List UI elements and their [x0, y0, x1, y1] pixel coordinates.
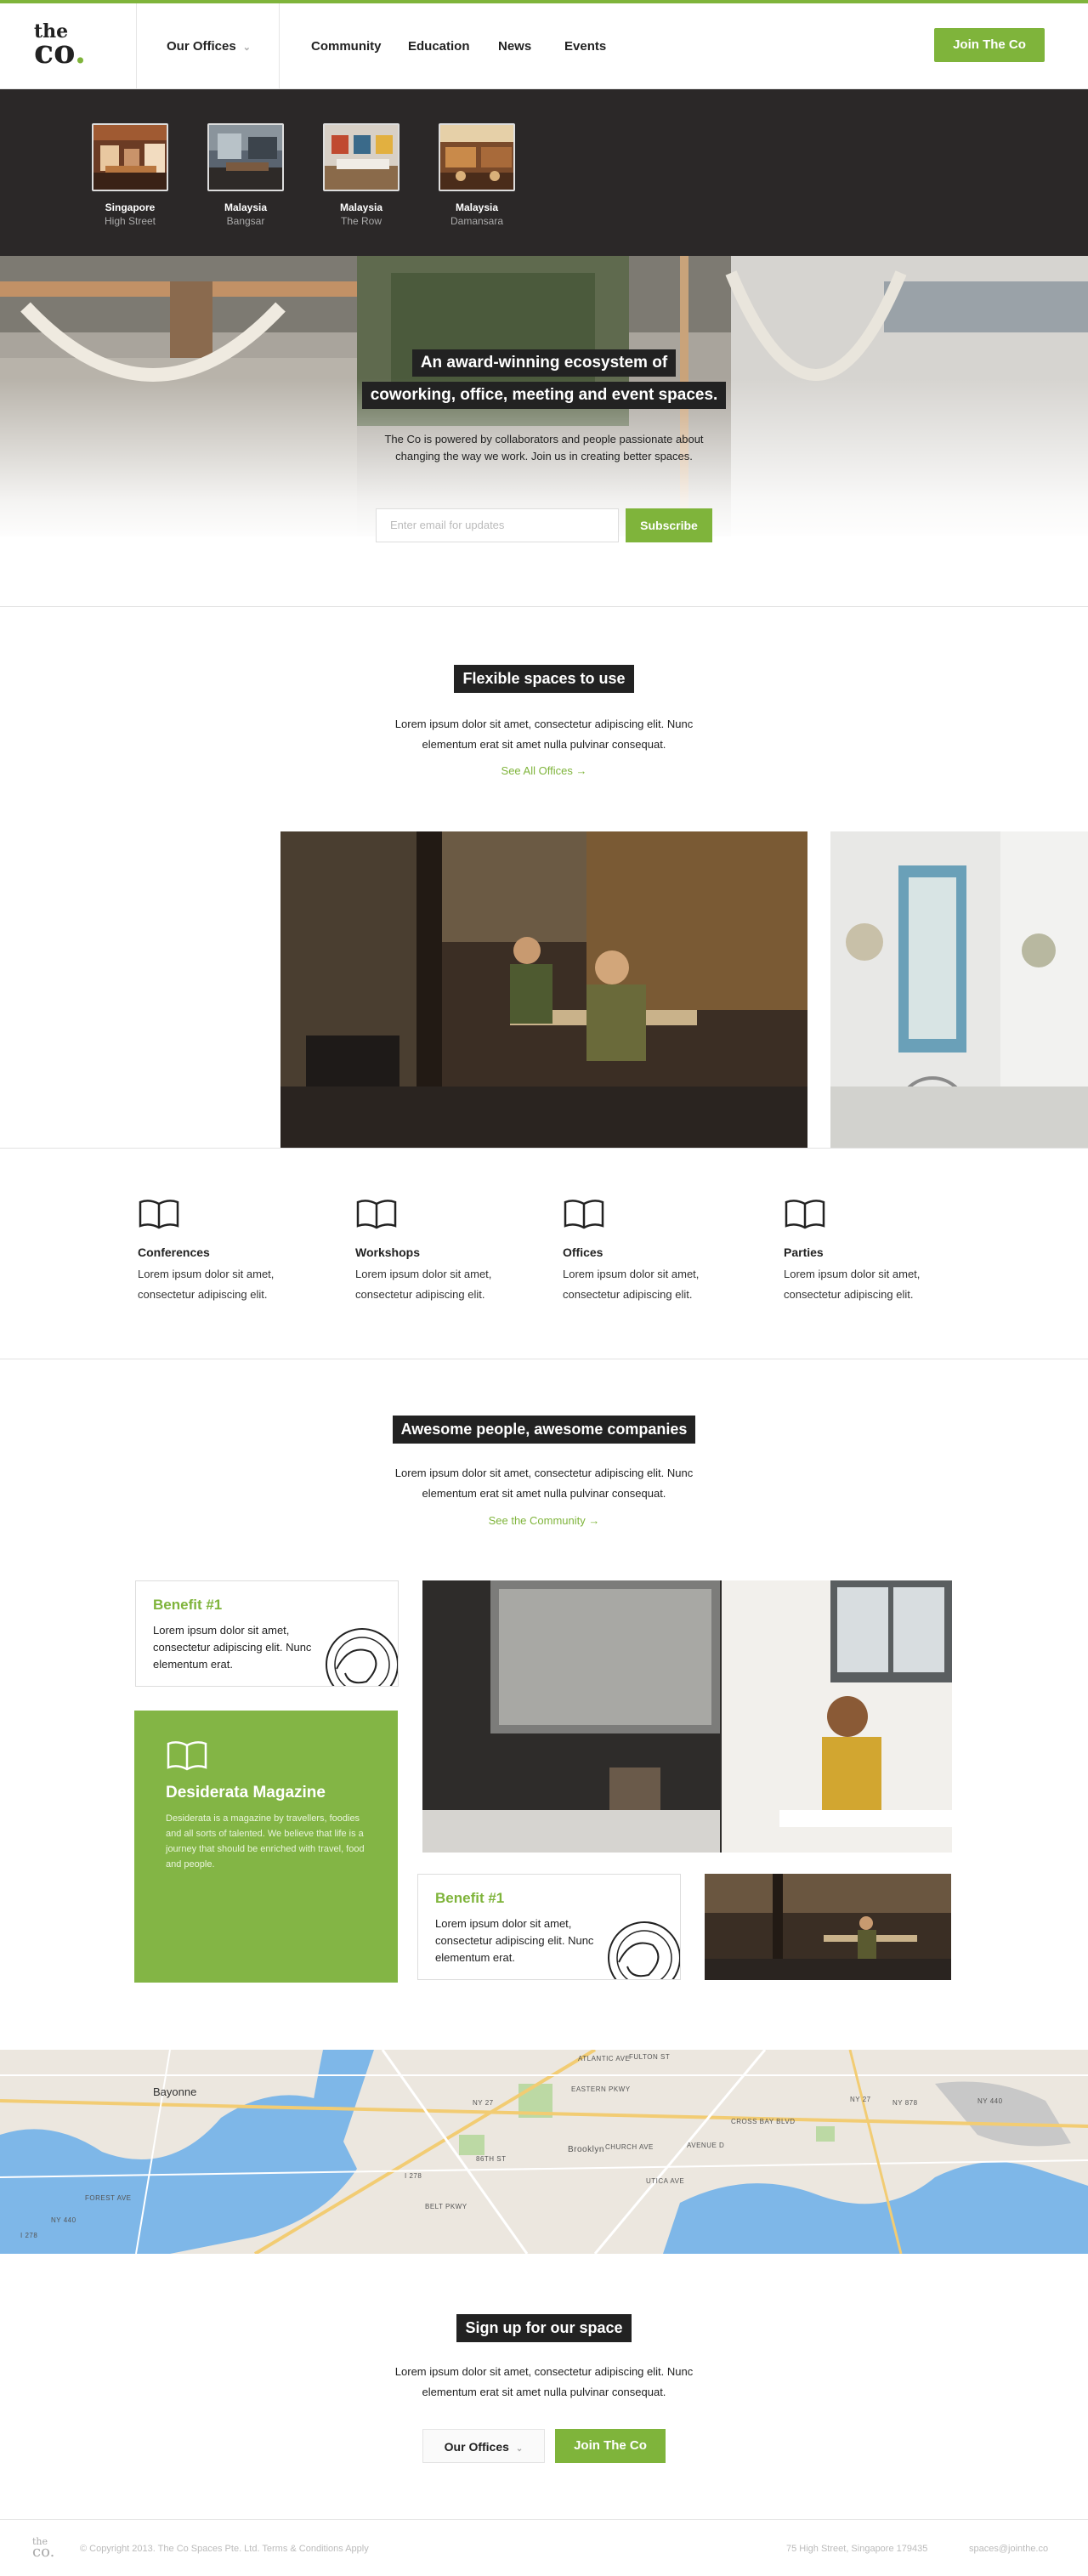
community-photo-large[interactable] [422, 1580, 952, 1853]
hero-title: An award-winning ecosystem of coworking,… [0, 349, 1088, 414]
nav-community[interactable]: Community [311, 39, 382, 54]
feature-parties: Parties Lorem ipsum dolor sit amet, cons… [784, 1197, 928, 1305]
chevron-down-icon: ⌄ [242, 43, 251, 53]
site-logo[interactable]: the co. [34, 22, 94, 73]
magazine-card[interactable]: Desiderata Magazine Desiderata is a maga… [134, 1711, 398, 1983]
site-footer: the co. © Copyright 2013. The Co Spaces P… [0, 2519, 1088, 2576]
chevron-down-icon: ⌄ [515, 2444, 524, 2454]
open-book-icon [356, 1200, 397, 1229]
space-photo-main[interactable] [280, 831, 808, 1148]
subscribe-button[interactable]: Subscribe [626, 508, 712, 542]
open-book-icon [139, 1200, 179, 1229]
map-label: CROSS BAY BLVD [731, 2118, 796, 2125]
nav-offices-dropdown[interactable]: Our Offices ⌄ [167, 39, 251, 54]
location-map[interactable]: Bayonne ATLANTIC AVE FULTON ST EASTERN P… [0, 2050, 1088, 2254]
map-label: AVENUE D [687, 2142, 725, 2149]
hero-section: An award-winning ecosystem of coworking,… [0, 256, 1088, 606]
spaces-text: Lorem ipsum dolor sit amet, consectetur … [394, 718, 694, 751]
see-community-link[interactable]: See the Community → [0, 1514, 1088, 1527]
arrow-right-icon: → [588, 1514, 600, 1527]
sketch-illustration-icon [608, 1921, 680, 1979]
map-label: BELT PKWY [425, 2203, 468, 2210]
office-malaysia-the-row[interactable]: Malaysia The Row [314, 123, 408, 227]
office-malaysia-bangsar[interactable]: Malaysia Bangsar [199, 123, 292, 227]
open-book-icon [785, 1200, 825, 1229]
map-label: 86TH ST [476, 2155, 507, 2163]
email-input[interactable]: Enter email for updates [376, 508, 619, 542]
site-header: the co. Our Offices ⌄ Community Education… [0, 3, 1088, 89]
feature-offices: Offices Lorem ipsum dolor sit amet, cons… [563, 1197, 707, 1305]
spaces-title: Flexible spaces to use [0, 665, 1088, 693]
header-divider [279, 3, 280, 89]
community-text: Lorem ipsum dolor sit amet, consectetur … [394, 1467, 694, 1500]
office-singapore-high-street[interactable]: Singapore High Street [83, 123, 177, 227]
open-book-icon [167, 1741, 207, 1771]
space-photo-secondary[interactable] [830, 831, 1088, 1148]
join-button[interactable]: Join The Co [934, 28, 1045, 62]
arrow-right-icon: → [575, 764, 587, 777]
community-photo-small[interactable] [705, 1874, 951, 1980]
feature-workshops: Workshops Lorem ipsum dolor sit amet, co… [355, 1197, 500, 1305]
map-label: Bayonne [153, 2085, 197, 2098]
office-thumbnail [439, 123, 515, 191]
office-thumbnail [207, 123, 284, 191]
map-label: EASTERN PKWY [571, 2085, 631, 2093]
header-divider [136, 3, 137, 89]
nav-news[interactable]: News [498, 39, 531, 54]
sketch-illustration-icon [326, 1628, 398, 1686]
office-thumbnail [323, 123, 400, 191]
map-label: CHURCH AVE [605, 2143, 654, 2151]
nav-events[interactable]: Events [564, 39, 606, 54]
section-divider [0, 1148, 1088, 1149]
see-all-offices-link[interactable]: See All Offices → [0, 764, 1088, 777]
logo-text: co [34, 32, 75, 71]
footer-email-link[interactable]: spaces@jointhe.co [969, 2544, 1048, 2554]
signup-text: Lorem ipsum dolor sit amet, consectetur … [394, 2365, 694, 2398]
map-label: FULTON ST [629, 2053, 671, 2061]
map-label: Brooklyn [568, 2145, 604, 2154]
map-label: ATLANTIC AVE [578, 2055, 631, 2063]
open-book-icon [564, 1200, 604, 1229]
benefit-card[interactable]: Benefit #1 Lorem ipsum dolor sit amet, c… [417, 1874, 681, 1980]
map-canvas [0, 2050, 1088, 2254]
map-label: FOREST AVE [85, 2194, 132, 2202]
map-label: I 278 [20, 2232, 38, 2239]
footer-address: 75 High Street, Singapore 179435 [786, 2544, 928, 2554]
benefit-card[interactable]: Benefit #1 Lorem ipsum dolor sit amet, c… [135, 1580, 399, 1687]
map-label: NY 27 [473, 2099, 494, 2107]
office-thumbnail [92, 123, 168, 191]
hero-subtitle: The Co is powered by collaborators and p… [384, 433, 704, 462]
map-label: NY 440 [978, 2097, 1003, 2105]
signup-offices-dropdown[interactable]: Our Offices ⌄ [422, 2429, 545, 2463]
office-malaysia-damansara[interactable]: Malaysia Damansara [430, 123, 524, 227]
offices-dropdown-panel: Singapore High Street Malaysia Bangsar M… [0, 89, 1088, 256]
community-title: Awesome people, awesome companies [0, 1416, 1088, 1444]
signup-join-button[interactable]: Join The Co [555, 2429, 666, 2463]
footer-copyright: © Copyright 2013. The Co Spaces Pte. Ltd… [80, 2544, 369, 2554]
feature-conferences: Conferences Lorem ipsum dolor sit amet, … [138, 1197, 282, 1305]
nav-education[interactable]: Education [408, 39, 470, 54]
map-label: UTICA AVE [646, 2177, 685, 2185]
footer-logo[interactable]: the co. [32, 2537, 54, 2560]
map-label: NY 878 [892, 2099, 918, 2107]
section-divider [0, 606, 1088, 607]
map-label: NY 440 [51, 2216, 76, 2224]
map-label: NY 27 [850, 2096, 871, 2103]
nav-offices-label: Our Offices [167, 39, 236, 54]
signup-title: Sign up for our space [0, 2314, 1088, 2342]
map-label: I 278 [405, 2172, 422, 2180]
